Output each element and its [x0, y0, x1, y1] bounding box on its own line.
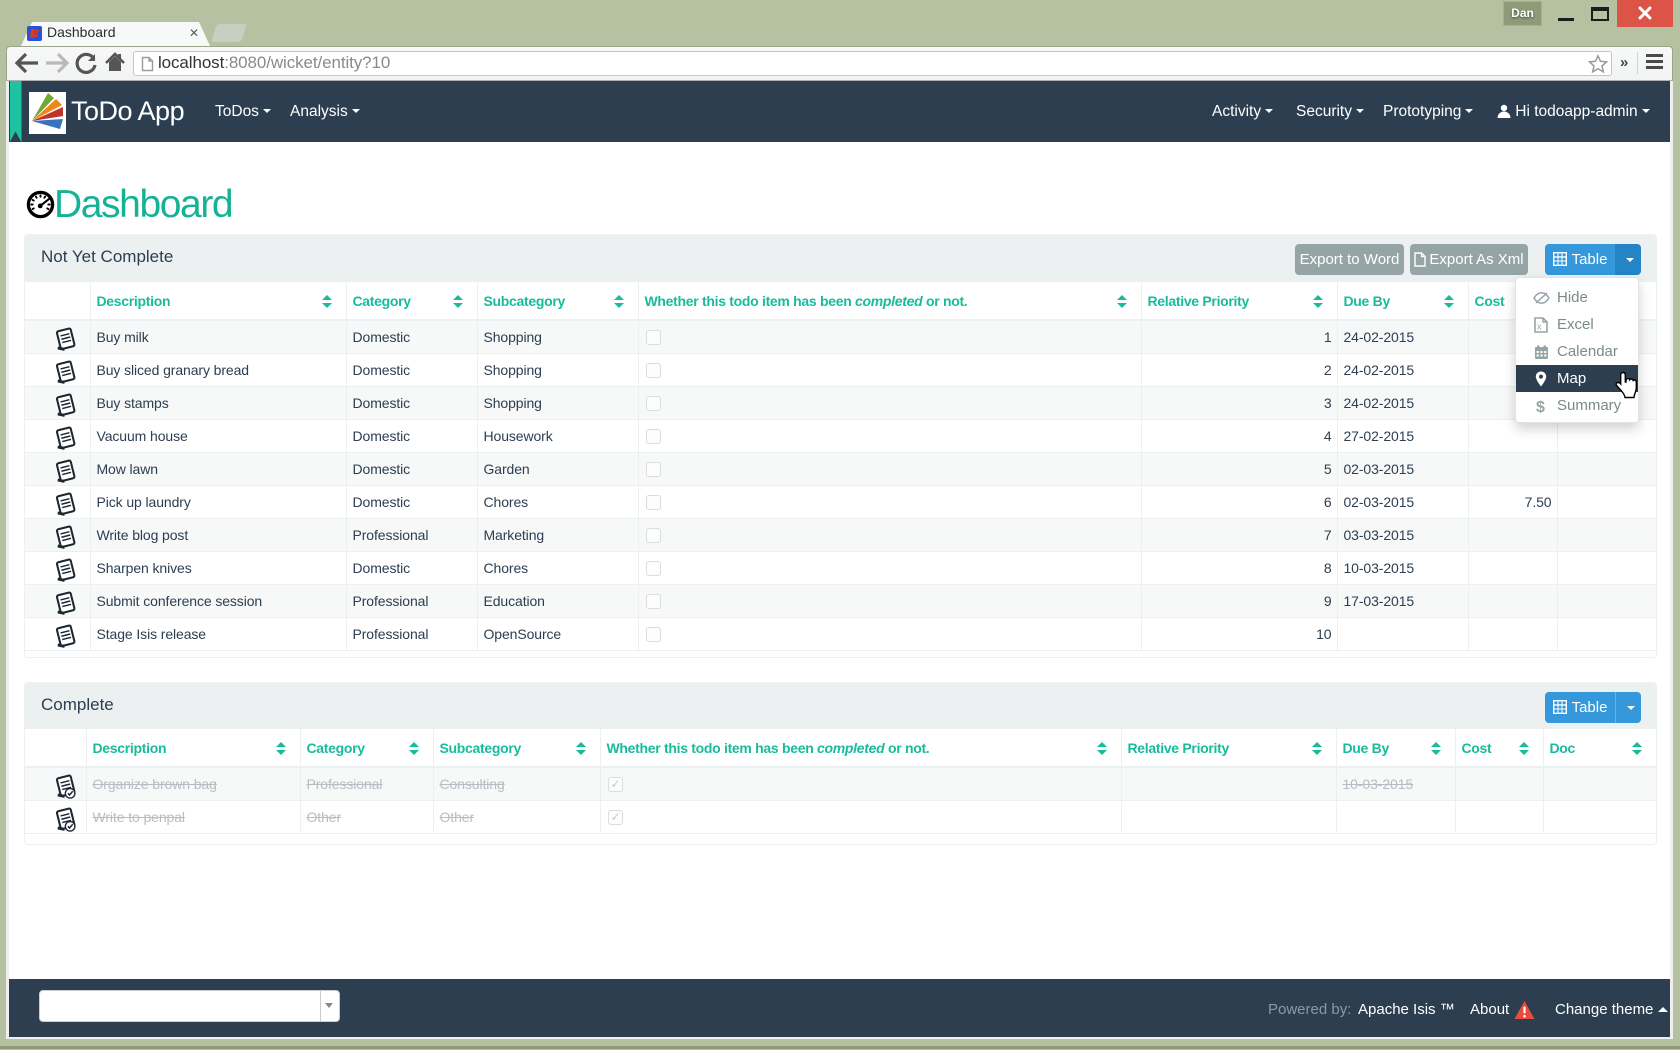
svg-text:x: x	[1537, 322, 1542, 332]
svg-text:$: $	[1536, 399, 1545, 415]
